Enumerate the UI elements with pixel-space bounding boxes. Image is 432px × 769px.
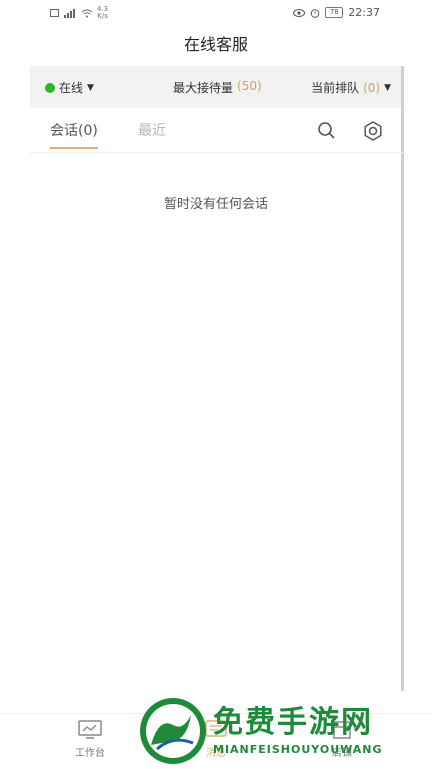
alarm-icon xyxy=(310,8,320,18)
max-reception: 最大接待量 (50) xyxy=(173,79,262,96)
online-status-dropdown[interactable]: 在线 ▼ xyxy=(45,79,94,96)
status-right: 78 22:37 xyxy=(293,6,380,19)
search-icon[interactable] xyxy=(316,120,338,142)
caret-down-icon: ▼ xyxy=(87,82,94,93)
watermark-subtitle: MIANFEISHOUYOUWANG xyxy=(213,743,383,756)
battery-icon: 78 xyxy=(325,7,344,18)
watermark: 免费手游网 MIANFEISHOUYOUWANG xyxy=(135,695,425,768)
tab-sessions[interactable]: 会话(0) xyxy=(50,120,98,149)
signal-icon xyxy=(64,8,75,18)
status-bar: 4.3 K/s 78 22:37 xyxy=(0,0,432,26)
queue-dropdown[interactable]: 当前排队 (0) ▼ xyxy=(311,79,391,96)
nav-label: 工作台 xyxy=(75,748,105,759)
tab-row: 会话(0) 最近 xyxy=(30,110,403,153)
online-status-label: 在线 xyxy=(59,81,84,95)
caret-down-icon: ▼ xyxy=(384,82,391,93)
watermark-title: 免费手游网 xyxy=(213,705,373,740)
net-speed-unit: K/s xyxy=(97,12,108,20)
monitor-icon xyxy=(78,720,102,739)
max-reception-value: (50) xyxy=(237,79,262,93)
queue-value: (0) xyxy=(363,80,381,95)
eye-icon xyxy=(293,8,306,17)
sim-icon xyxy=(50,9,59,17)
empty-state-text: 暂时没有任何会话 xyxy=(163,197,268,212)
status-left: 4.3 K/s xyxy=(50,6,108,20)
online-dot-icon xyxy=(45,82,55,93)
service-status-row: 在线 ▼ 最大接待量 (50) 当前排队 (0) ▼ xyxy=(30,66,403,108)
wifi-icon xyxy=(81,9,93,17)
max-reception-label: 最大接待量 xyxy=(173,81,234,95)
settings-icon[interactable] xyxy=(362,120,384,142)
nav-item-workbench[interactable]: 工作台 xyxy=(60,720,120,759)
page-title: 在线客服 xyxy=(183,35,248,54)
scrollbar xyxy=(401,66,404,691)
clock: 22:37 xyxy=(348,6,380,19)
queue-label: 当前排队 xyxy=(311,81,360,95)
tab-recent[interactable]: 最近 xyxy=(138,120,166,140)
watermark-logo-icon xyxy=(140,698,206,764)
net-speed: 4.3 K/s xyxy=(97,6,108,20)
